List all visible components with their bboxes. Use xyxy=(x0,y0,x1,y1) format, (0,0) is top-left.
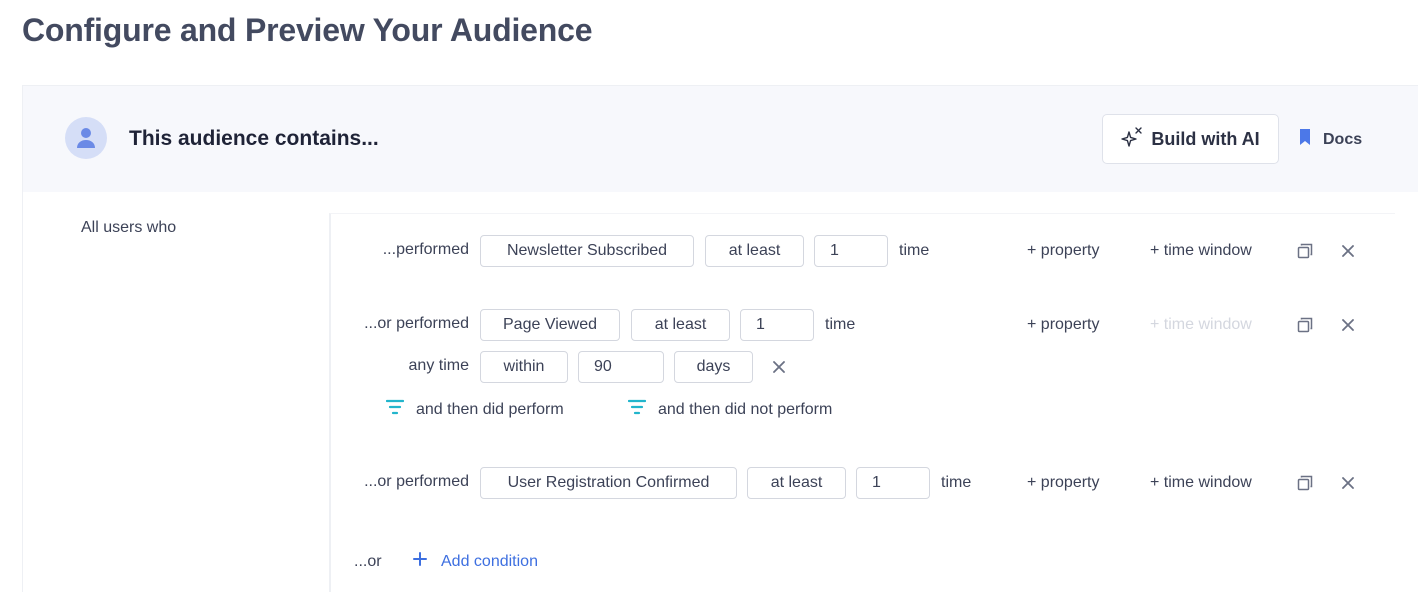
then-did-not-perform-link[interactable]: and then did not perform xyxy=(627,399,833,420)
duplicate-icon[interactable] xyxy=(1295,315,1315,335)
duplicate-icon[interactable] xyxy=(1295,241,1315,261)
condition-prefix: ...or performed xyxy=(364,473,469,490)
time-window-value-input[interactable]: 90 xyxy=(578,351,664,383)
add-time-window-link[interactable]: + time window xyxy=(1150,474,1252,492)
event-select[interactable]: User Registration Confirmed xyxy=(480,467,737,499)
then-did-perform-link[interactable]: and then did perform xyxy=(385,399,564,420)
count-unit: time xyxy=(941,474,972,491)
close-icon[interactable] xyxy=(1338,241,1358,261)
bookmark-icon xyxy=(1299,128,1311,151)
count-unit: time xyxy=(899,242,930,259)
then-did-perform-label: and then did perform xyxy=(416,400,564,418)
count-input[interactable]: 1 xyxy=(856,467,930,499)
funnel-icon xyxy=(385,399,405,420)
or-label: ...or xyxy=(354,553,382,570)
conditions-list: ...performed Newsletter Subscribed at le… xyxy=(329,213,1395,592)
condition-prefix: ...performed xyxy=(382,241,469,258)
add-property-link[interactable]: + property xyxy=(1027,242,1099,260)
close-icon[interactable] xyxy=(1338,473,1358,493)
plus-icon xyxy=(413,552,427,571)
panel-title: This audience contains... xyxy=(129,127,379,150)
page-title: Configure and Preview Your Audience xyxy=(22,12,593,48)
close-icon[interactable] xyxy=(1338,315,1358,335)
count-input[interactable]: 1 xyxy=(740,309,814,341)
funnel-icon xyxy=(627,399,647,420)
then-did-not-perform-label: and then did not perform xyxy=(658,400,833,418)
audience-panel: This audience contains... Build with AI … xyxy=(22,85,1418,592)
count-input[interactable]: 1 xyxy=(814,235,888,267)
operator-select[interactable]: at least xyxy=(705,235,804,267)
time-window-unit-select[interactable]: days xyxy=(674,351,753,383)
count-unit: time xyxy=(825,316,856,333)
docs-label: Docs xyxy=(1323,130,1363,148)
lhs-label: All users who xyxy=(81,219,177,236)
build-with-ai-button[interactable]: Build with AI xyxy=(1102,114,1279,164)
condition-row: ...or performed Page Viewed at least 1 t… xyxy=(331,284,1397,434)
user-icon xyxy=(65,117,107,159)
add-property-link[interactable]: + property xyxy=(1027,316,1099,334)
add-time-window-link[interactable]: + time window xyxy=(1150,242,1252,260)
condition-row: ...or performed User Registration Confir… xyxy=(331,442,1397,512)
add-time-window-link: + time window xyxy=(1150,316,1252,333)
event-select[interactable]: Newsletter Subscribed xyxy=(480,235,694,267)
add-property-link[interactable]: + property xyxy=(1027,474,1099,492)
docs-link[interactable]: Docs xyxy=(1299,128,1362,151)
condition-row: ...performed Newsletter Subscribed at le… xyxy=(331,214,1397,284)
close-icon[interactable] xyxy=(769,357,789,377)
add-condition-button[interactable]: Add condition xyxy=(413,552,538,571)
condition-prefix: ...or performed xyxy=(364,315,469,332)
operator-select[interactable]: at least xyxy=(631,309,730,341)
sparkle-icon xyxy=(1121,126,1143,153)
operator-select[interactable]: at least xyxy=(747,467,846,499)
build-with-ai-label: Build with AI xyxy=(1151,128,1260,149)
panel-header: This audience contains... Build with AI … xyxy=(23,86,1418,192)
time-window-label: any time xyxy=(408,357,469,374)
event-select[interactable]: Page Viewed xyxy=(480,309,620,341)
time-window-mode-select[interactable]: within xyxy=(480,351,568,383)
add-condition-label: Add condition xyxy=(441,552,538,570)
page: Configure and Preview Your Audience This… xyxy=(0,0,1418,592)
duplicate-icon[interactable] xyxy=(1295,473,1315,493)
